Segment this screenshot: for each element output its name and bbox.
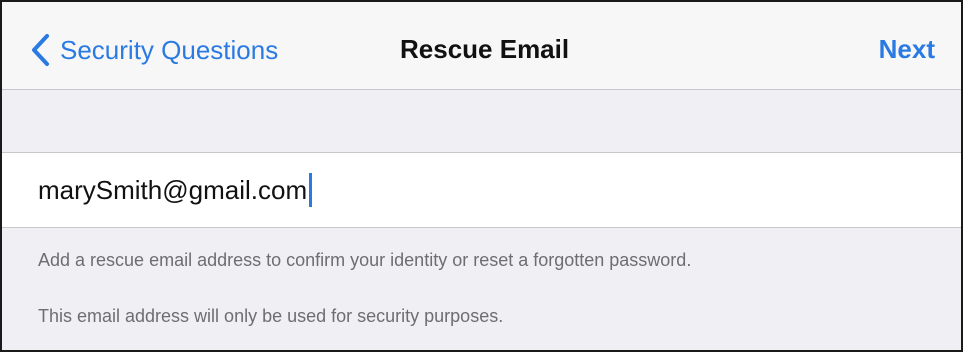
navigation-bar: Security Questions Rescue Email Next — [2, 2, 961, 90]
back-button-label: Security Questions — [60, 35, 279, 65]
email-field[interactable]: marySmith@gmail.com — [38, 173, 313, 207]
email-field-row[interactable]: marySmith@gmail.com — [2, 152, 961, 228]
next-button[interactable]: Next — [879, 33, 935, 65]
footer-help-text: Add a rescue email address to confirm yo… — [38, 250, 692, 270]
section-spacer — [2, 91, 961, 152]
footer-security-note: This email address will only be used for… — [38, 306, 504, 326]
back-button[interactable]: Security Questions — [30, 30, 278, 70]
text-cursor — [309, 173, 313, 207]
chevron-left-icon — [30, 33, 50, 67]
settings-screen: Security Questions Rescue Email Next mar… — [0, 0, 963, 352]
email-field-value: marySmith@gmail.com — [38, 175, 308, 205]
page-title: Rescue Email — [400, 34, 570, 64]
